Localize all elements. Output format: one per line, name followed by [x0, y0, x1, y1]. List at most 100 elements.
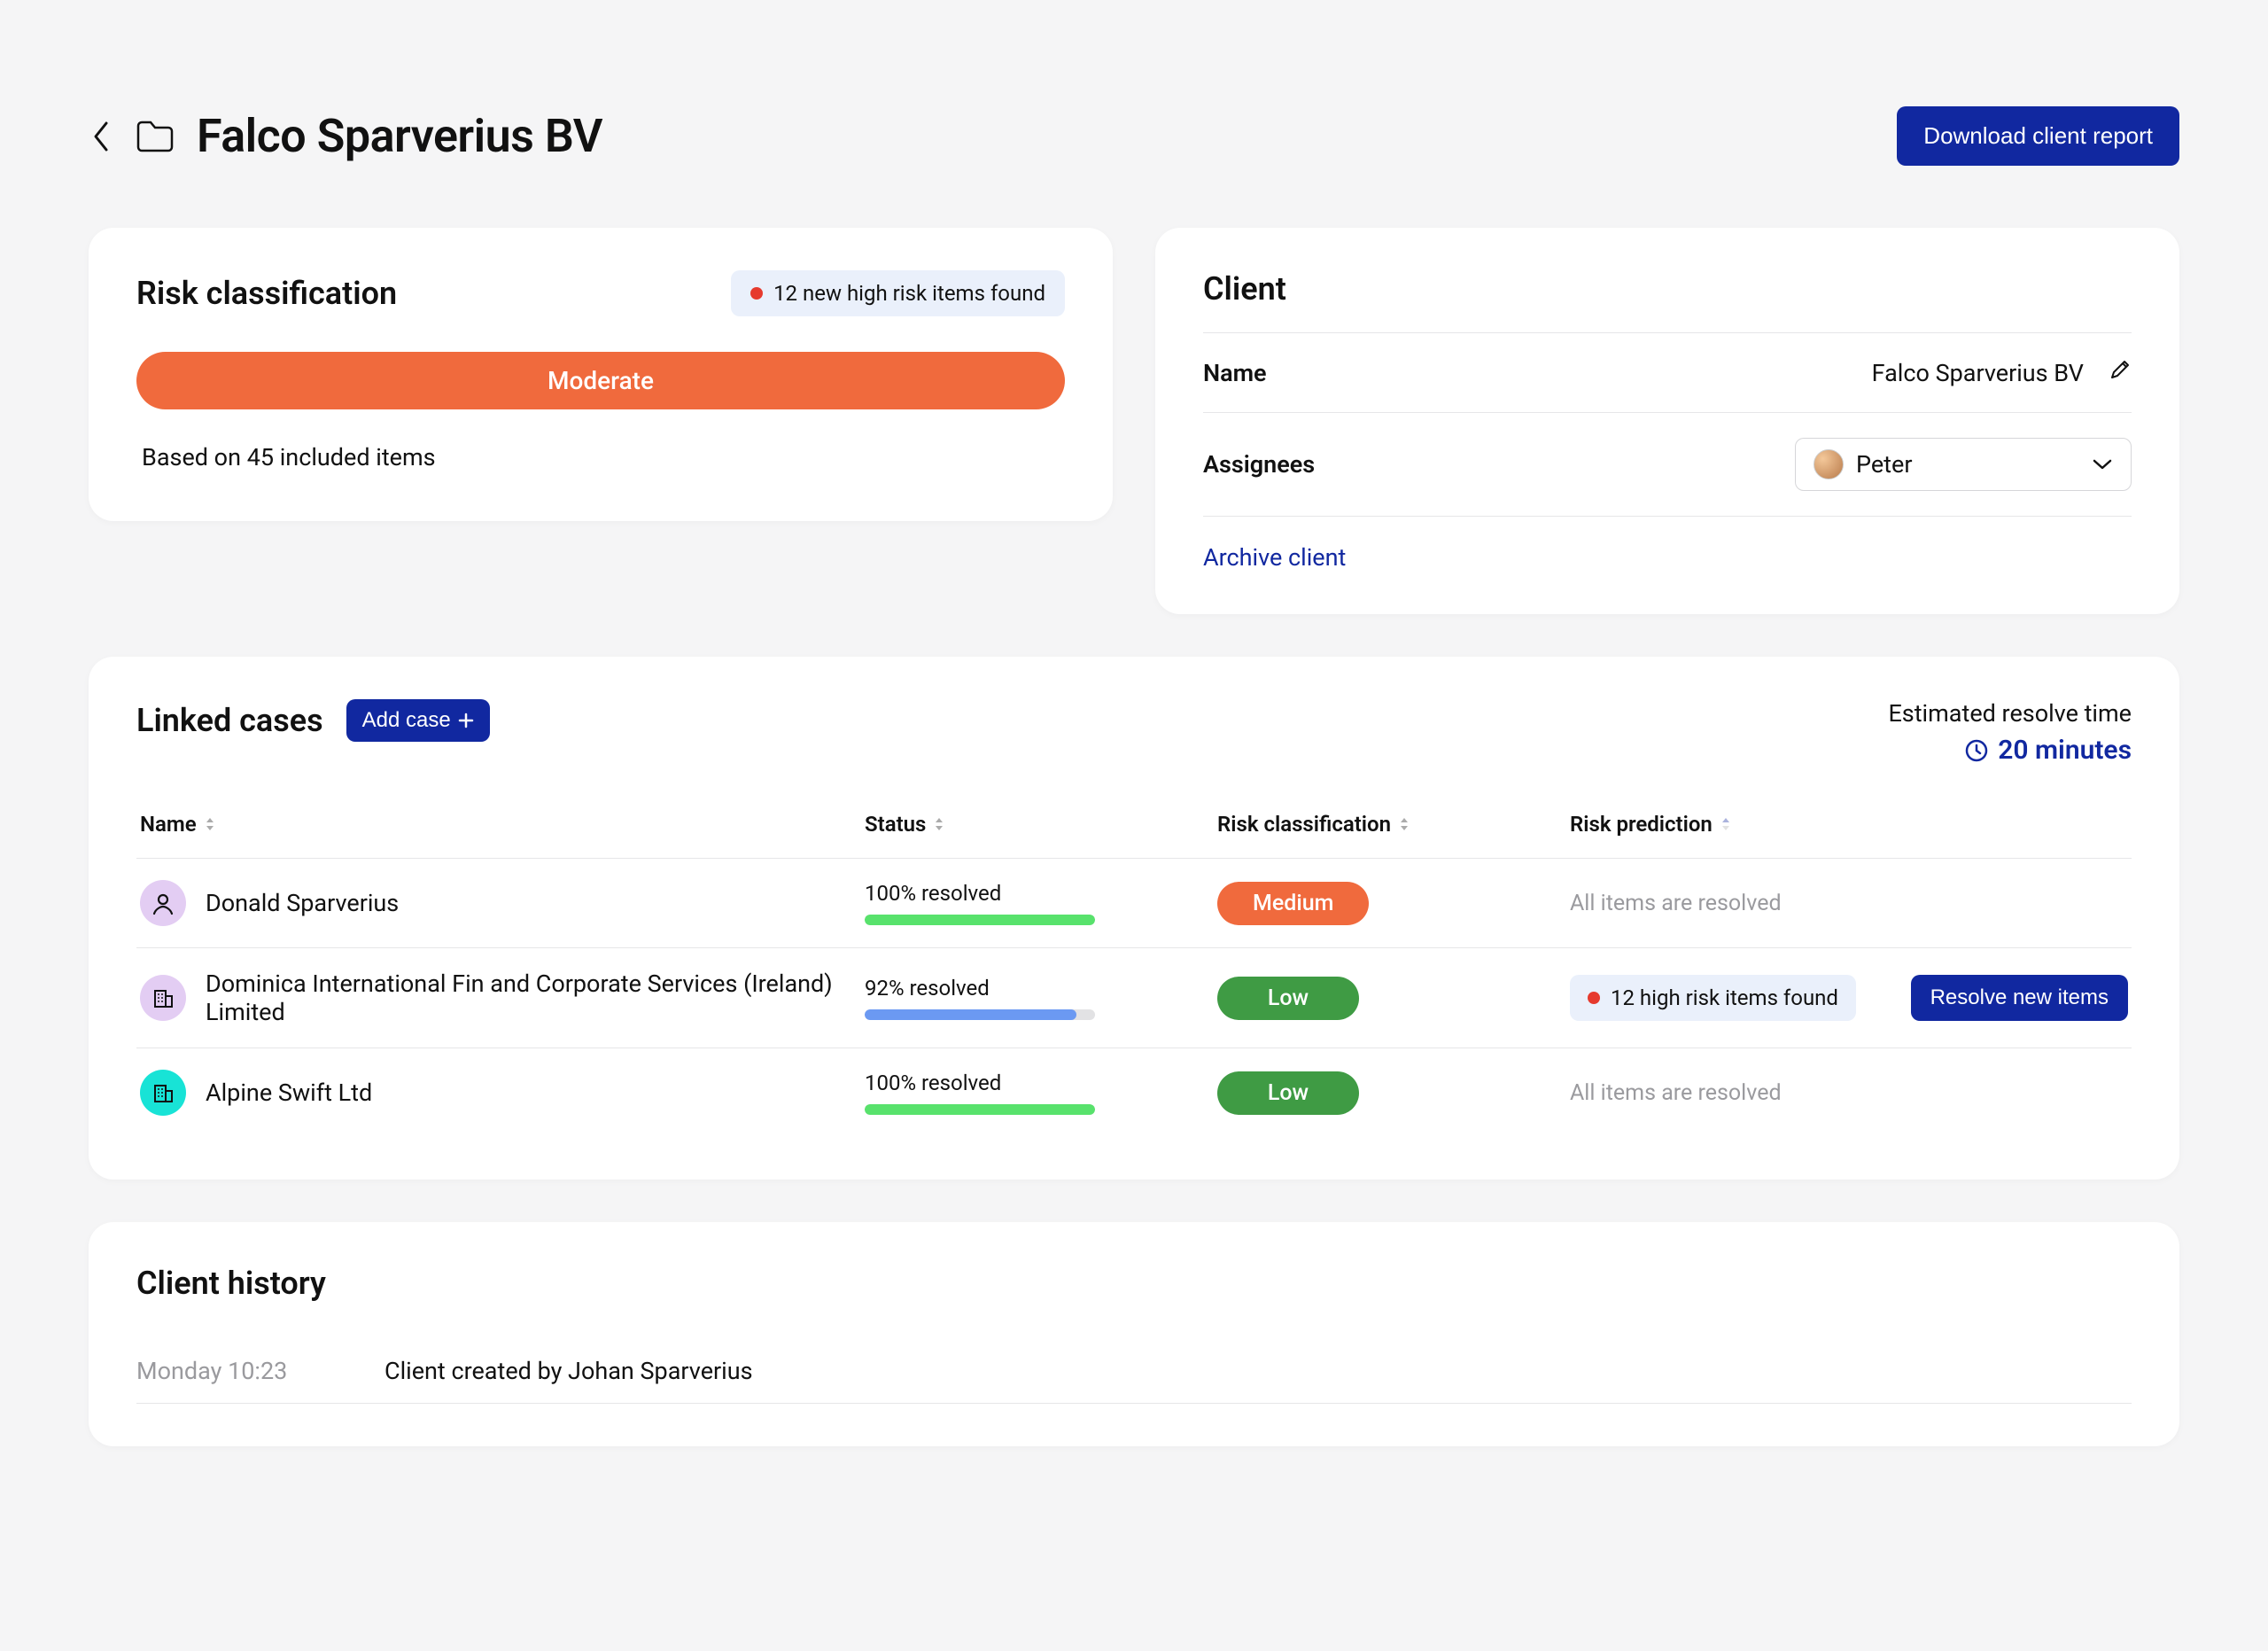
column-status[interactable]: Status: [865, 812, 1200, 837]
client-history-title: Client history: [136, 1265, 2132, 1302]
estimated-label: Estimated resolve time: [1888, 699, 2132, 728]
case-risk-cell: Low: [1217, 1071, 1552, 1115]
case-name: Donald Sparverius: [206, 889, 399, 917]
column-prediction[interactable]: Risk prediction: [1570, 812, 2128, 837]
risk-pill: Medium: [1217, 882, 1369, 925]
folder-icon: [135, 119, 175, 154]
chevron-left-icon: [90, 120, 112, 153]
client-name-label: Name: [1203, 359, 1267, 387]
history-text: Client created by Johan Sparverius: [384, 1357, 753, 1385]
resolve-items-button[interactable]: Resolve new items: [1911, 975, 2128, 1021]
edit-name-button[interactable]: [2109, 358, 2132, 387]
progress-bar: [865, 915, 1095, 925]
client-name-value-wrap: Falco Sparverius BV: [1872, 358, 2132, 387]
pencil-icon: [2109, 358, 2132, 381]
progress-fill: [865, 1104, 1095, 1115]
table-row[interactable]: Alpine Swift Ltd 100% resolved Low All item…: [136, 1048, 2132, 1137]
linked-table-head: Name Status Risk classification Risk pre…: [136, 812, 2132, 859]
client-assignees-row: Assignees Peter: [1203, 413, 2132, 517]
estimated-value: 20 minutes: [1998, 735, 2132, 766]
estimated-value-wrap: 20 minutes: [1888, 735, 2132, 766]
column-status-label: Status: [865, 812, 926, 837]
linked-header-left: Linked cases Add case: [136, 699, 490, 742]
case-prediction-cell: 12 high risk items found Resolve new item…: [1570, 975, 2128, 1021]
progress-bar: [865, 1104, 1095, 1115]
client-name-row: Name Falco Sparverius BV: [1203, 333, 2132, 413]
person-icon: [140, 880, 186, 926]
plus-icon: [458, 713, 474, 728]
case-risk-cell: Low: [1217, 977, 1552, 1020]
risk-level-bar: Moderate: [136, 352, 1065, 409]
sort-icon: [1720, 816, 1732, 832]
avatar-icon: [1814, 449, 1844, 479]
progress-fill: [865, 1009, 1076, 1020]
case-risk-cell: Medium: [1217, 882, 1552, 925]
case-status-text: 92% resolved: [865, 976, 1200, 1001]
case-status-cell: 100% resolved: [865, 1071, 1200, 1115]
page-title: Falco Sparverius BV: [197, 109, 602, 163]
risk-note: Based on 45 included items: [136, 443, 1065, 471]
page-header-left: Falco Sparverius BV: [89, 109, 602, 163]
linked-table-body: Donald Sparverius 100% resolved Medium All …: [136, 859, 2132, 1137]
column-name-label: Name: [140, 812, 197, 837]
sort-icon: [1398, 816, 1410, 832]
case-status-text: 100% resolved: [865, 881, 1200, 906]
building-icon: [140, 1070, 186, 1116]
prediction-alert-text: 12 high risk items found: [1611, 985, 1838, 1010]
client-history-body: Monday 10:23 Client created by Johan Spar…: [136, 1339, 2132, 1404]
add-case-label: Add case: [362, 708, 451, 733]
prediction-resolved-text: All items are resolved: [1570, 1080, 1782, 1106]
risk-title: Risk classification: [136, 275, 397, 312]
history-row: Monday 10:23 Client created by Johan Spar…: [136, 1339, 2132, 1404]
column-risk[interactable]: Risk classification: [1217, 812, 1552, 837]
case-status-text: 100% resolved: [865, 1071, 1200, 1095]
linked-cases-title: Linked cases: [136, 702, 323, 739]
assignee-name: Peter: [1856, 450, 1912, 479]
progress-bar: [865, 1009, 1095, 1020]
top-grid: Risk classification 12 new high risk ite…: [89, 228, 2179, 614]
column-prediction-label: Risk prediction: [1570, 812, 1713, 837]
back-button[interactable]: [89, 124, 113, 149]
column-name[interactable]: Name: [140, 812, 847, 837]
risk-alert-text: 12 new high risk items found: [773, 281, 1045, 306]
alert-dot-icon: [750, 287, 763, 300]
risk-alert-badge: 12 new high risk items found: [731, 270, 1065, 316]
case-name-cell: Alpine Swift Ltd: [140, 1070, 847, 1116]
prediction-alert-badge: 12 high risk items found: [1570, 975, 1856, 1021]
risk-pill: Low: [1217, 977, 1359, 1020]
chevron-down-icon: [2092, 458, 2113, 471]
alert-dot-icon: [1588, 992, 1600, 1004]
client-assignees-label: Assignees: [1203, 450, 1315, 479]
add-case-button[interactable]: Add case: [346, 699, 490, 742]
client-name-value: Falco Sparverius BV: [1872, 359, 2084, 387]
sort-icon: [933, 816, 945, 832]
assignee-selected: Peter: [1814, 449, 1912, 479]
case-name: Alpine Swift Ltd: [206, 1079, 372, 1107]
download-report-button[interactable]: Download client report: [1897, 106, 2179, 166]
column-risk-label: Risk classification: [1217, 812, 1391, 837]
table-row[interactable]: Donald Sparverius 100% resolved Medium All …: [136, 859, 2132, 948]
table-row[interactable]: Dominica International Fin and Corporate…: [136, 948, 2132, 1048]
assignee-select[interactable]: Peter: [1795, 438, 2132, 491]
client-history-card: Client history Monday 10:23 Client create…: [89, 1222, 2179, 1446]
case-name-cell: Donald Sparverius: [140, 880, 847, 926]
client-card-title: Client: [1203, 270, 2132, 333]
case-name-cell: Dominica International Fin and Corporate…: [140, 970, 847, 1026]
linked-header-right: Estimated resolve time 20 minutes: [1888, 699, 2132, 766]
archive-client-link[interactable]: Archive client: [1203, 517, 1346, 572]
history-time: Monday 10:23: [136, 1357, 331, 1385]
linked-cases-card: Linked cases Add case Estimated resolve …: [89, 657, 2179, 1180]
page-header: Falco Sparverius BV Download client repo…: [89, 106, 2179, 166]
case-status-cell: 100% resolved: [865, 881, 1200, 925]
risk-classification-card: Risk classification 12 new high risk ite…: [89, 228, 1113, 521]
case-prediction-cell: All items are resolved: [1570, 1080, 2128, 1106]
risk-header: Risk classification 12 new high risk ite…: [136, 270, 1065, 316]
client-card: Client Name Falco Sparverius BV Assignee…: [1155, 228, 2179, 614]
clock-icon: [1964, 738, 1989, 763]
case-status-cell: 92% resolved: [865, 976, 1200, 1020]
case-prediction-cell: All items are resolved: [1570, 891, 2128, 916]
case-name: Dominica International Fin and Corporate…: [206, 970, 847, 1026]
linked-header: Linked cases Add case Estimated resolve …: [136, 699, 2132, 766]
progress-fill: [865, 915, 1095, 925]
building-icon: [140, 975, 186, 1021]
